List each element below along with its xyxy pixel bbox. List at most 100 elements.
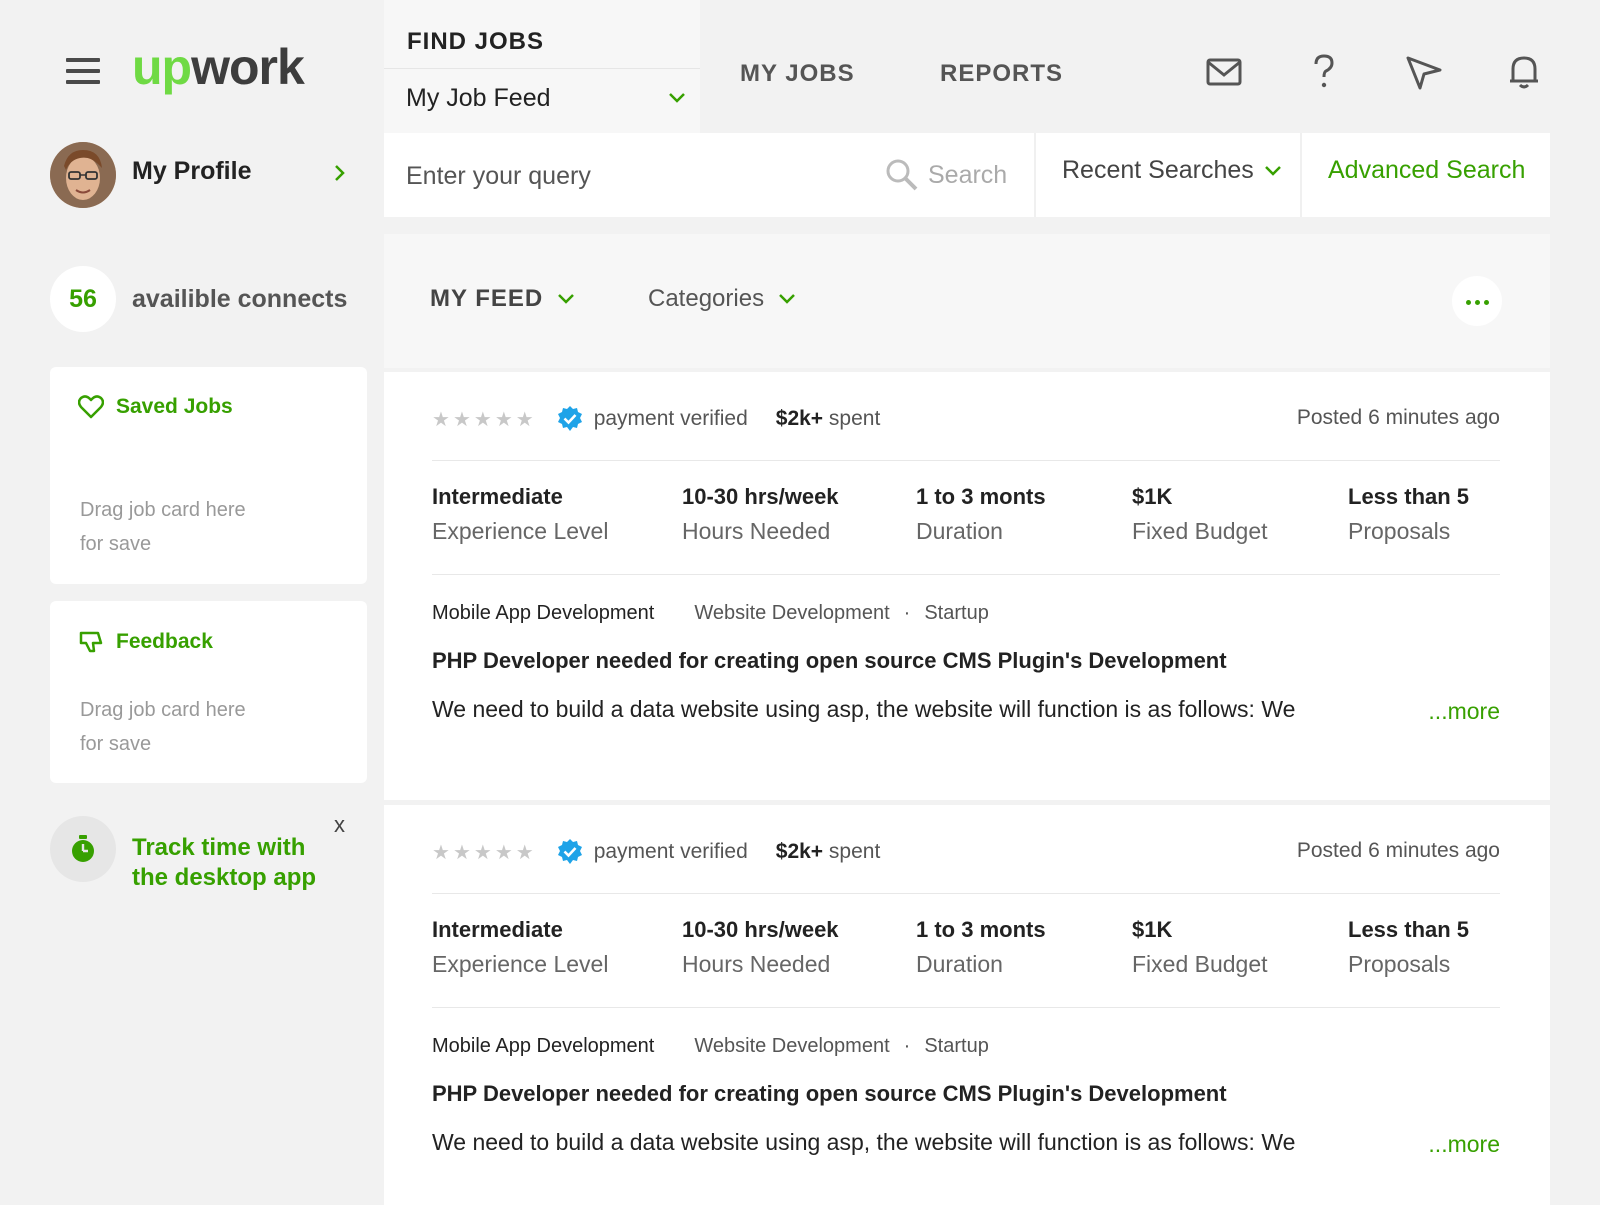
saved-jobs-title: Saved Jobs bbox=[78, 395, 233, 419]
close-promo-button[interactable]: x bbox=[334, 812, 345, 838]
job-card[interactable]: ★★★★★ payment verified $2k+ spent Posted… bbox=[384, 805, 1550, 1205]
more-options-button[interactable] bbox=[1452, 276, 1502, 326]
job-stat-label: Duration bbox=[916, 518, 1046, 545]
feedback-title: Feedback bbox=[78, 629, 213, 655]
job-stat-value: 1 to 3 monts bbox=[916, 484, 1046, 510]
job-meta-row: ★★★★★ payment verified $2k+ spent Posted… bbox=[432, 402, 1500, 436]
divider bbox=[432, 1007, 1500, 1008]
timer-badge[interactable] bbox=[50, 816, 116, 882]
job-stat-value: $1K bbox=[1132, 484, 1268, 510]
star-icon: ★ bbox=[432, 407, 450, 432]
saved-jobs-hint: Drag job card here for save bbox=[80, 493, 246, 561]
job-tag[interactable]: Mobile App Development bbox=[432, 1035, 654, 1057]
tag-separator: · bbox=[904, 602, 911, 624]
more-link[interactable]: ...more bbox=[1428, 1131, 1500, 1158]
job-feed-select[interactable]: My Job Feed bbox=[406, 84, 686, 120]
payment-verified: payment verified bbox=[556, 838, 748, 866]
job-tags: Mobile App Development Website Developmen… bbox=[432, 1035, 989, 1058]
job-tag[interactable]: Mobile App Development bbox=[432, 602, 654, 624]
send-icon[interactable] bbox=[1404, 52, 1444, 92]
categories-label: Categories bbox=[648, 285, 764, 313]
job-tag[interactable]: Startup bbox=[924, 602, 988, 624]
thumbs-down-icon bbox=[78, 629, 104, 655]
my-profile-link[interactable]: My Profile bbox=[132, 157, 251, 186]
job-stat-label: Fixed Budget bbox=[1132, 951, 1268, 978]
help-icon[interactable] bbox=[1304, 52, 1344, 92]
avatar[interactable] bbox=[50, 142, 116, 208]
job-tag[interactable]: Startup bbox=[924, 1035, 988, 1057]
avatar-image bbox=[50, 142, 116, 208]
job-stat-label: Hours Needed bbox=[682, 951, 839, 978]
feedback-hint: Drag job card here for save bbox=[80, 693, 246, 761]
job-stat-value: Less than 5 bbox=[1348, 484, 1469, 510]
connects-count: 56 bbox=[50, 266, 116, 332]
logo-up: up bbox=[132, 39, 191, 95]
chevron-down-icon bbox=[778, 293, 796, 305]
nav-reports[interactable]: REPORTS bbox=[940, 60, 1063, 88]
job-stat-label: Fixed Budget bbox=[1132, 518, 1268, 545]
posted-time: Posted 6 minutes ago bbox=[1297, 406, 1500, 430]
my-feed-dropdown[interactable]: MY FEED bbox=[430, 285, 575, 313]
payment-verified-text: payment verified bbox=[594, 407, 748, 431]
job-feed-select-label: My Job Feed bbox=[406, 84, 551, 112]
client-spent-suffix: spent bbox=[829, 407, 880, 430]
nav-my-jobs[interactable]: MY JOBS bbox=[740, 60, 855, 88]
my-feed-label: MY FEED bbox=[430, 285, 543, 313]
star-icon: ★ bbox=[516, 840, 534, 865]
client-rating: ★★★★★ bbox=[432, 840, 534, 865]
job-stat-value: Intermediate bbox=[432, 917, 608, 943]
feedback-hint-line2: for save bbox=[80, 727, 246, 761]
mail-icon[interactable] bbox=[1204, 52, 1244, 92]
job-title[interactable]: PHP Developer needed for creating open s… bbox=[432, 648, 1227, 674]
star-icon: ★ bbox=[474, 407, 492, 432]
track-time-line1: Track time with bbox=[132, 833, 316, 863]
job-stat: Less than 5 Proposals bbox=[1348, 484, 1469, 545]
job-stat-value: 1 to 3 monts bbox=[916, 917, 1046, 943]
job-tag[interactable]: Website Development bbox=[694, 1035, 889, 1057]
feedback-title-text: Feedback bbox=[116, 630, 213, 654]
find-jobs-divider bbox=[384, 68, 700, 69]
job-stat: $1K Fixed Budget bbox=[1132, 917, 1268, 978]
saved-jobs-hint-line2: for save bbox=[80, 527, 246, 561]
ellipsis-icon bbox=[1464, 292, 1491, 310]
job-stat-value: Less than 5 bbox=[1348, 917, 1469, 943]
job-description: We need to build a data website using as… bbox=[432, 696, 1295, 723]
job-stat-label: Hours Needed bbox=[682, 518, 839, 545]
menu-icon[interactable] bbox=[66, 58, 100, 84]
more-link[interactable]: ...more bbox=[1428, 698, 1500, 725]
divider bbox=[432, 574, 1500, 575]
recent-searches-dropdown[interactable]: Recent Searches bbox=[1062, 156, 1282, 185]
connects-label: availible connects bbox=[132, 285, 347, 314]
job-stat-value: $1K bbox=[1132, 917, 1268, 943]
logo-work: work bbox=[191, 39, 304, 95]
client-spent: $2k+ spent bbox=[776, 407, 881, 431]
divider bbox=[432, 460, 1500, 461]
track-time-promo[interactable]: Track time with the desktop app bbox=[132, 833, 316, 893]
find-jobs-title[interactable]: FIND JOBS bbox=[407, 28, 544, 56]
job-card[interactable]: ★★★★★ payment verified $2k+ spent Posted… bbox=[384, 372, 1550, 800]
job-tag[interactable]: Website Development bbox=[694, 602, 889, 624]
job-stat-label: Experience Level bbox=[432, 518, 608, 545]
job-stat: Intermediate Experience Level bbox=[432, 917, 608, 978]
advanced-search-link[interactable]: Advanced Search bbox=[1328, 156, 1525, 185]
bell-icon[interactable] bbox=[1504, 52, 1544, 92]
search-button[interactable]: Search bbox=[884, 152, 1007, 198]
chevron-right-icon[interactable] bbox=[334, 164, 346, 182]
job-description: We need to build a data website using as… bbox=[432, 1129, 1295, 1156]
tag-separator: · bbox=[904, 1035, 911, 1057]
star-icon: ★ bbox=[495, 840, 513, 865]
saved-jobs-card[interactable]: Saved Jobs Drag job card here for save bbox=[50, 367, 367, 584]
client-spent-suffix: spent bbox=[829, 840, 880, 863]
job-title[interactable]: PHP Developer needed for creating open s… bbox=[432, 1081, 1227, 1107]
posted-time: Posted 6 minutes ago bbox=[1297, 839, 1500, 863]
job-stat-label: Duration bbox=[916, 951, 1046, 978]
query-input[interactable] bbox=[404, 150, 878, 202]
client-spent: $2k+ spent bbox=[776, 840, 881, 864]
payment-verified: payment verified bbox=[556, 405, 748, 433]
client-spent-amount: $2k+ bbox=[776, 407, 823, 430]
upwork-logo[interactable]: upwork bbox=[132, 38, 304, 100]
job-stat-label: Proposals bbox=[1348, 951, 1469, 978]
feedback-card[interactable]: Feedback Drag job card here for save bbox=[50, 601, 367, 783]
categories-dropdown[interactable]: Categories bbox=[648, 285, 796, 313]
chevron-down-icon bbox=[668, 92, 686, 104]
